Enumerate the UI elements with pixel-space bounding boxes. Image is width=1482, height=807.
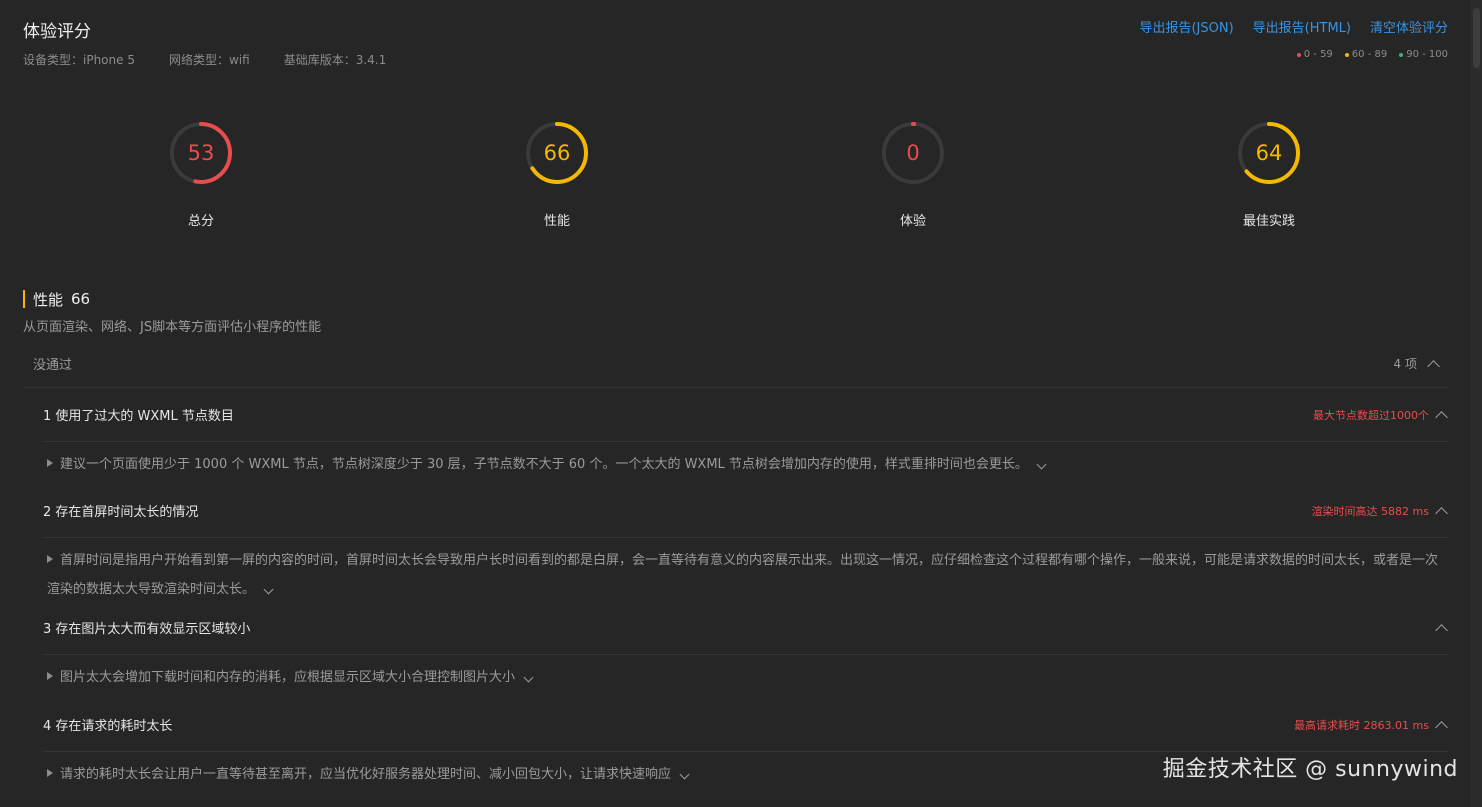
chevron-down-icon[interactable] <box>523 672 534 683</box>
audit-item-right <box>1435 621 1448 637</box>
clear-score-link[interactable]: 清空体验评分 <box>1370 17 1448 36</box>
legend-range: 0 - 59 <box>1303 49 1333 60</box>
experience-score-panel: 体验评分 设备类型：iPhone 5 网络类型：wifi 基础库版本：3.4.1… <box>0 0 1471 807</box>
audit-item-right: 渲染时间高达 5882 ms <box>1311 503 1448 520</box>
audit-item-title: 3 存在图片太大而有效显示区域较小 <box>43 622 251 637</box>
gauge-score: 53 <box>188 141 215 165</box>
audit-item-title: 1 使用了过大的 WXML 节点数目 <box>43 409 234 424</box>
audit-item-title: 2 存在首屏时间太长的情况 <box>43 505 199 520</box>
gauge-label: 性能 <box>543 214 570 229</box>
audit-item: 3 存在图片太大而有效显示区域较小 图片太大会增加下载时间和内存的消耗，应根据显… <box>43 601 1448 692</box>
chevron-up-icon[interactable] <box>1427 359 1440 373</box>
export-json-link[interactable]: 导出报告(JSON) <box>1139 17 1233 36</box>
score-gauges: 53 总分 66 性能 0 体验 64 最佳实践 <box>0 120 1471 240</box>
legend-dot <box>1344 52 1349 57</box>
chevron-down-icon[interactable] <box>1036 459 1047 470</box>
gauge-label: 总分 <box>187 214 214 229</box>
gauge-label: 最佳实践 <box>1242 214 1295 229</box>
watermark: 掘金技术社区 @ sunnywind <box>1162 757 1458 782</box>
audit-item-description[interactable]: 建议一个页面使用少于 1000 个 WXML 节点，节点树深度少于 30 层，子… <box>43 442 1448 479</box>
legend-range: 90 - 100 <box>1406 49 1448 60</box>
section-title: 性能 66 <box>23 290 91 309</box>
device-meta: 设备类型：iPhone 5 网络类型：wifi 基础库版本：3.4.1 <box>23 51 386 68</box>
gauge-label: 体验 <box>899 214 926 229</box>
legend-item-average: 60 - 89 <box>1344 49 1388 60</box>
audit-item-desc-text: 首屏时间是指用户开始看到第一屏的内容的时间，首屏时间太长会导致用户长时间看到的都… <box>47 553 1439 597</box>
network-type: 网络类型：wifi <box>168 53 250 67</box>
gauge-performance: 66 性能 <box>497 120 617 229</box>
audit-item-header[interactable]: 2 存在首屏时间太长的情况 渲染时间高达 5882 ms <box>43 484 1448 538</box>
audit-item-badge: 渲染时间高达 5882 ms <box>1311 504 1429 518</box>
legend-range: 60 - 89 <box>1351 49 1388 60</box>
section-name: 性能 <box>33 290 64 309</box>
section-description: 从页面渲染、网络、JS脚本等方面评估小程序的性能 <box>23 320 322 335</box>
group-count-wrap: 4 项 <box>1393 355 1440 373</box>
gauge-experience: 0 体验 <box>853 120 973 229</box>
legend-dot <box>1296 52 1301 57</box>
score-legend: 0 - 59 60 - 89 90 - 100 <box>1296 49 1448 60</box>
audit-item-right: 最高请求耗时 2863.01 ms <box>1294 717 1448 734</box>
audit-item-badge: 最大节点数超过1000个 <box>1313 408 1429 422</box>
scrollbar-thumb[interactable] <box>1473 8 1480 68</box>
chevron-up-icon[interactable] <box>1435 506 1448 520</box>
gauge-score: 0 <box>906 141 919 165</box>
audit-item-badge: 最高请求耗时 2863.01 ms <box>1294 718 1429 732</box>
section-score: 66 <box>71 290 91 308</box>
chevron-down-icon[interactable] <box>263 584 274 595</box>
chevron-up-icon[interactable] <box>1435 410 1448 424</box>
audit-item-right: 最大节点数超过1000个 <box>1313 407 1448 424</box>
export-html-link[interactable]: 导出报告(HTML) <box>1253 17 1351 36</box>
gauge-ring: 64 <box>1238 122 1300 184</box>
page-title: 体验评分 <box>23 22 91 42</box>
audit-item-description[interactable]: 首屏时间是指用户开始看到第一屏的内容的时间，首屏时间太长会导致用户长时间看到的都… <box>43 538 1448 604</box>
gauge-ring: 0 <box>882 122 944 184</box>
audit-item-desc-text: 建议一个页面使用少于 1000 个 WXML 节点，节点树深度少于 30 层，子… <box>60 457 1028 472</box>
gauge-score: 66 <box>544 141 571 165</box>
audit-item-title: 4 存在请求的耗时太长 <box>43 719 173 734</box>
audit-item-desc-text: 图片太大会增加下载时间和内存的消耗，应根据显示区域大小合理控制图片大小 <box>60 670 516 685</box>
group-name: 没通过 <box>33 358 73 373</box>
audit-item: 2 存在首屏时间太长的情况 渲染时间高达 5882 ms 首屏时间是指用户开始看… <box>43 484 1448 604</box>
failed-group-header[interactable]: 没通过 4 项 <box>23 340 1448 388</box>
caret-right-icon <box>47 672 53 680</box>
chevron-up-icon[interactable] <box>1435 623 1448 637</box>
scrollbar[interactable] <box>1471 0 1482 807</box>
legend-item-poor: 0 - 59 <box>1296 49 1333 60</box>
device-type: 设备类型：iPhone 5 <box>23 53 135 67</box>
caret-right-icon <box>47 769 53 777</box>
gauge-best-practice: 64 最佳实践 <box>1209 120 1329 229</box>
audit-item-header[interactable]: 1 使用了过大的 WXML 节点数目 最大节点数超过1000个 <box>43 388 1448 442</box>
gauge-score: 64 <box>1256 141 1283 165</box>
legend-dot <box>1399 52 1404 57</box>
chevron-up-icon[interactable] <box>1435 720 1448 734</box>
group-count: 4 项 <box>1393 357 1417 371</box>
caret-right-icon <box>47 555 53 563</box>
gauge-ring: 53 <box>170 122 232 184</box>
audit-item-description[interactable]: 图片太大会增加下载时间和内存的消耗，应根据显示区域大小合理控制图片大小 <box>43 655 1448 692</box>
legend-item-good: 90 - 100 <box>1399 49 1448 60</box>
lib-version: 基础库版本：3.4.1 <box>283 53 387 67</box>
action-links: 导出报告(JSON) 导出报告(HTML) 清空体验评分 <box>1139 17 1448 36</box>
gauge-total: 53 总分 <box>141 120 261 229</box>
chevron-down-icon[interactable] <box>679 769 690 780</box>
audit-item: 1 使用了过大的 WXML 节点数目 最大节点数超过1000个 建议一个页面使用… <box>43 388 1448 479</box>
audit-item-header[interactable]: 4 存在请求的耗时太长 最高请求耗时 2863.01 ms <box>43 698 1448 752</box>
audit-item-desc-text: 请求的耗时太长会让用户一直等待甚至离开，应当优化好服务器处理时间、减小回包大小，… <box>60 767 672 782</box>
gauge-ring: 66 <box>526 122 588 184</box>
caret-right-icon <box>47 459 53 467</box>
audit-item-header[interactable]: 3 存在图片太大而有效显示区域较小 <box>43 601 1448 655</box>
